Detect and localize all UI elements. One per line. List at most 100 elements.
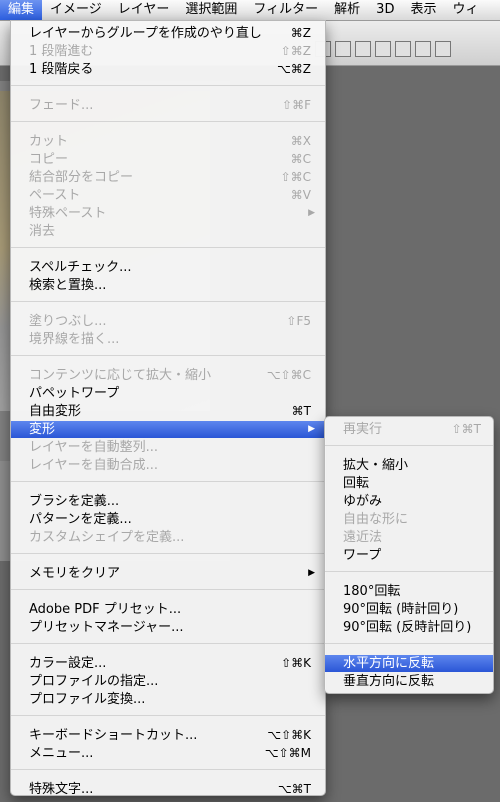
menu-separator — [325, 643, 493, 644]
edit-menu-item-8[interactable]: 特殊ペースト ▶ — [11, 205, 325, 222]
edit-menu-item-17[interactable]: 変形 ▶ — [11, 421, 325, 438]
menu-item-label: 水平方向に反転 — [343, 656, 435, 671]
shortcut-label: ⇧F5 — [286, 314, 311, 328]
menu-item-label: プリセットマネージャー... — [29, 620, 184, 635]
align-hcenter-icon[interactable] — [395, 41, 411, 57]
menu-item-label: 拡大・縮小 — [343, 458, 409, 473]
menu-item-label: 特殊文字... — [29, 782, 94, 797]
edit-menu-item-12[interactable]: 塗りつぶし... ⇧F5 — [11, 313, 325, 330]
edit-menu-item-11[interactable]: 検索と置換... — [11, 277, 325, 294]
edit-menu-item-4[interactable]: カット ⌘X — [11, 133, 325, 150]
transform-submenu-item-3[interactable]: ゆがみ — [325, 493, 493, 510]
menu-bar: 編集 イメージ レイヤー 選択範囲 フィルター 解析 3D 表示 ウィ — [0, 0, 500, 21]
transform-submenu-item-2[interactable]: 回転 — [325, 475, 493, 492]
shortcut-label: ⌘X — [290, 134, 311, 148]
edit-menu-item-23[interactable]: メモリをクリア ▶ — [11, 565, 325, 582]
transform-submenu-item-11[interactable]: 垂直方向に反転 — [325, 673, 493, 690]
align-vcenter-icon[interactable] — [335, 41, 351, 57]
menubar-filter[interactable]: フィルター — [245, 0, 326, 20]
menubar-select[interactable]: 選択範囲 — [177, 0, 245, 20]
shortcut-label: ⌘T — [291, 404, 311, 418]
menubar-image[interactable]: イメージ — [42, 0, 110, 20]
menu-separator — [11, 355, 325, 356]
menubar-analysis[interactable]: 解析 — [326, 0, 368, 20]
align-left-icon[interactable] — [375, 41, 391, 57]
shortcut-label: ⌘V — [290, 188, 311, 202]
edit-menu-item-29[interactable]: キーボードショートカット... ⌥⇧⌘K — [11, 727, 325, 744]
edit-menu-item-22[interactable]: カスタムシェイプを定義... — [11, 529, 325, 546]
transform-submenu: 再実行 ⇧⌘T 拡大・縮小回転ゆがみ自由な形に遠近法ワープ 180°回転 90°回転 (… — [324, 416, 494, 694]
shortcut-label: ⇧⌘C — [280, 170, 311, 184]
menubar-view[interactable]: 表示 — [402, 0, 444, 20]
edit-menu: レイヤーからグループを作成のやり直し ⌘Z 1 段階進む ⇧⌘Z 1 段階戻る ⌥⌘Z フェ… — [10, 20, 326, 798]
transform-submenu-item-6[interactable]: ワープ — [325, 547, 493, 564]
transform-submenu-item-0[interactable]: 再実行 ⇧⌘T — [325, 421, 493, 438]
edit-menu-item-30[interactable]: メニュー... ⌥⇧⌘M — [11, 745, 325, 762]
edit-menu-item-16[interactable]: 自由変形 ⌘T — [11, 403, 325, 420]
edit-menu-item-21[interactable]: パターンを定義... — [11, 511, 325, 528]
edit-menu-item-3[interactable]: フェード... ⇧⌘F — [11, 97, 325, 114]
menu-separator — [11, 247, 325, 248]
menu-item-label: レイヤーを自動合成... — [29, 458, 159, 473]
menu-separator — [325, 445, 493, 446]
menu-item-label: レイヤーを自動整列... — [29, 440, 159, 455]
edit-menu-item-15[interactable]: パペットワープ — [11, 385, 325, 402]
shortcut-label: ⌥⇧⌘K — [267, 728, 311, 742]
menu-item-label: 垂直方向に反転 — [343, 674, 435, 689]
edit-menu-item-9[interactable]: 消去 — [11, 223, 325, 240]
edit-menu-item-14[interactable]: コンテンツに応じて拡大・縮小 ⌥⇧⌘C — [11, 367, 325, 384]
menu-item-label: カスタムシェイプを定義... — [29, 530, 185, 545]
menu-item-label: パペットワープ — [29, 386, 120, 401]
edit-menu-item-20[interactable]: ブラシを定義... — [11, 493, 325, 510]
menu-item-label: 回転 — [343, 476, 370, 491]
transform-submenu-item-4[interactable]: 自由な形に — [325, 511, 493, 528]
edit-menu-item-26[interactable]: カラー設定... ⇧⌘K — [11, 655, 325, 672]
transform-submenu-item-9[interactable]: 90°回転 (反時計回り) — [325, 619, 493, 636]
menubar-layer[interactable]: レイヤー — [110, 0, 178, 20]
edit-menu-item-6[interactable]: 結合部分をコピー ⇧⌘C — [11, 169, 325, 186]
shortcut-label: ⌥⇧⌘M — [264, 746, 311, 760]
edit-menu-item-2[interactable]: 1 段階戻る ⌥⌘Z — [11, 61, 325, 78]
edit-menu-item-5[interactable]: コピー ⌘C — [11, 151, 325, 168]
transform-submenu-item-7[interactable]: 180°回転 — [325, 583, 493, 600]
align-icons-group — [315, 41, 451, 57]
transform-submenu-item-1[interactable]: 拡大・縮小 — [325, 457, 493, 474]
menu-item-label: ゆがみ — [343, 494, 383, 509]
edit-menu-item-25[interactable]: プリセットマネージャー... — [11, 619, 325, 636]
distribute-icon[interactable] — [435, 41, 451, 57]
menubar-edit[interactable]: 編集 — [0, 0, 43, 20]
align-bottom-icon[interactable] — [355, 41, 371, 57]
menu-item-label: プロファイル変換... — [29, 692, 146, 707]
menu-item-label: 結合部分をコピー — [29, 170, 134, 185]
menu-item-label: キーボードショートカット... — [29, 728, 198, 743]
menubar-3d[interactable]: 3D — [368, 0, 402, 20]
edit-menu-item-0[interactable]: レイヤーからグループを作成のやり直し ⌘Z — [11, 25, 325, 42]
edit-menu-item-28[interactable]: プロファイル変換... — [11, 691, 325, 708]
menu-item-label: 遠近法 — [343, 530, 383, 545]
align-right-icon[interactable] — [415, 41, 431, 57]
edit-menu-item-10[interactable]: スペルチェック... — [11, 259, 325, 276]
menu-separator — [11, 481, 325, 482]
edit-menu-item-19[interactable]: レイヤーを自動合成... — [11, 457, 325, 474]
edit-menu-item-31[interactable]: 特殊文字... ⌥⌘T — [11, 781, 325, 798]
edit-menu-item-1[interactable]: 1 段階進む ⇧⌘Z — [11, 43, 325, 60]
edit-menu-item-13[interactable]: 境界線を描く... — [11, 331, 325, 348]
edit-menu-item-18[interactable]: レイヤーを自動整列... — [11, 439, 325, 456]
menu-item-label: 180°回転 — [343, 584, 401, 599]
menu-item-label: 塗りつぶし... — [29, 314, 107, 329]
menu-item-label: 境界線を描く... — [29, 332, 120, 347]
menu-item-label: 90°回転 (時計回り) — [343, 602, 459, 617]
menu-item-label: 90°回転 (反時計回り) — [343, 620, 472, 635]
menu-separator — [11, 85, 325, 86]
menu-item-label: 特殊ペースト — [29, 206, 107, 221]
shortcut-label: ⌥⌘Z — [276, 62, 311, 76]
transform-submenu-item-8[interactable]: 90°回転 (時計回り) — [325, 601, 493, 618]
menubar-window[interactable]: ウィ — [444, 0, 486, 20]
menu-item-label: メモリをクリア — [29, 566, 121, 581]
edit-menu-item-27[interactable]: プロファイルの指定... — [11, 673, 325, 690]
edit-menu-item-7[interactable]: ペースト ⌘V — [11, 187, 325, 204]
edit-menu-item-24[interactable]: Adobe PDF プリセット... — [11, 601, 325, 618]
menu-separator — [11, 121, 325, 122]
transform-submenu-item-10[interactable]: 水平方向に反転 — [325, 655, 493, 672]
transform-submenu-item-5[interactable]: 遠近法 — [325, 529, 493, 546]
